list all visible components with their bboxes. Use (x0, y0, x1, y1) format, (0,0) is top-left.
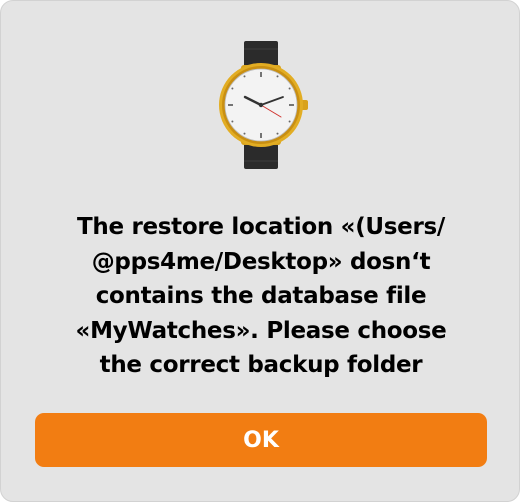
ok-button[interactable]: OK (35, 413, 487, 467)
wristwatch-icon (219, 41, 308, 169)
error-message: The restore location «(Users/ @pps4me/De… (75, 214, 447, 378)
restore-error-dialog: The restore location «(Users/ @pps4me/De… (0, 0, 520, 502)
